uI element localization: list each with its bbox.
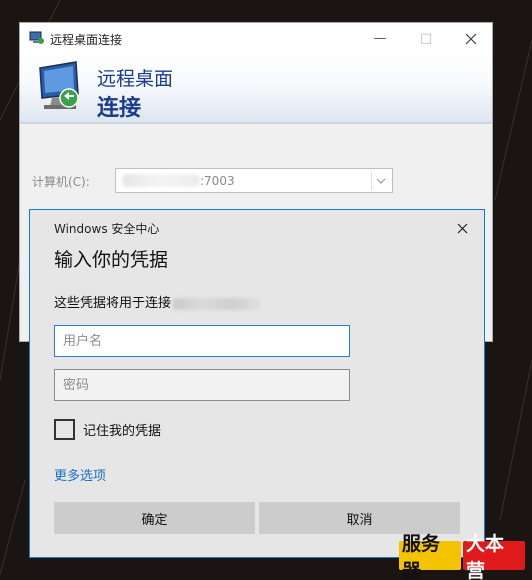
dialog-description-text: 这些凭据将用于连接 [54, 296, 172, 311]
computer-combobox[interactable]: :7003 [115, 168, 393, 193]
ok-button[interactable]: 确定 [54, 502, 255, 534]
maximize-button[interactable]: □ [403, 23, 449, 54]
remember-credentials[interactable]: 记住我的凭据 [54, 419, 161, 440]
minimize-icon: — [373, 31, 387, 46]
chevron-down-icon[interactable] [376, 177, 386, 185]
maximize-icon: □ [419, 31, 433, 46]
remember-checkbox[interactable] [54, 419, 75, 440]
password-input[interactable] [55, 370, 349, 400]
rdc-banner: 远程桌面 连接 [20, 54, 492, 124]
dialog-close-button[interactable] [448, 216, 476, 240]
rdc-window-title: 远程桌面连接 [50, 33, 123, 47]
close-button[interactable] [448, 23, 494, 54]
close-icon [465, 33, 477, 44]
password-field[interactable] [54, 369, 350, 401]
remember-label: 记住我的凭据 [83, 424, 162, 439]
redacted-address [173, 297, 262, 310]
watermark-logo: 服务器 大本营 [399, 533, 525, 580]
username-input[interactable] [55, 326, 349, 356]
redacted-address [122, 174, 200, 187]
combobox-separator [371, 171, 372, 190]
remote-desktop-app-icon [29, 31, 44, 44]
computer-value: :7003 [200, 174, 235, 188]
dialog-description: 这些凭据将用于连接 [54, 292, 262, 311]
credential-dialog: Windows 安全中心 输入你的凭据 这些凭据将用于连接 记住我的凭据 更多选… [29, 209, 485, 558]
close-icon [457, 223, 467, 233]
watermark-part2: 大本营 [463, 533, 525, 580]
dialog-title: Windows 安全中心 [54, 222, 160, 236]
rdc-titlebar[interactable]: 远程桌面连接 — □ [20, 23, 492, 54]
rdc-heading-line2: 连接 [97, 96, 142, 121]
more-options-link[interactable]: 更多选项 [54, 465, 106, 484]
computer-label: 计算机(C): [32, 175, 90, 189]
username-field[interactable] [54, 325, 350, 357]
remote-desktop-monitor-icon [39, 61, 79, 109]
watermark-part1: 服务器 [399, 533, 461, 580]
dialog-heading: 输入你的凭据 [54, 249, 169, 271]
minimize-button[interactable]: — [357, 23, 403, 54]
rdc-heading-line1: 远程桌面 [97, 68, 174, 90]
